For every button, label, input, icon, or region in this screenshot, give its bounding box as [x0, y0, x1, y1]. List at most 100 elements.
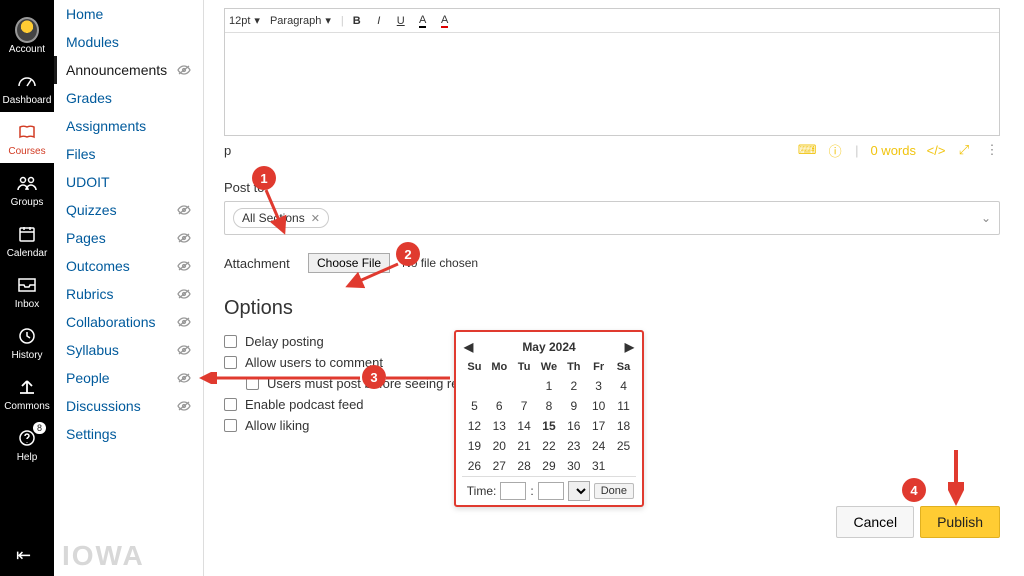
date-cell[interactable]: 14: [512, 416, 537, 436]
nav-label: Dashboard: [3, 95, 52, 106]
allow-liking-checkbox[interactable]: [224, 419, 237, 432]
underline-icon[interactable]: U: [392, 11, 410, 31]
date-cell[interactable]: 7: [512, 396, 537, 416]
callout-1: 1: [252, 166, 276, 190]
date-cell[interactable]: 25: [611, 436, 636, 456]
course-nav-udoit[interactable]: UDOIT: [54, 168, 203, 196]
date-cell[interactable]: 9: [561, 396, 586, 416]
nav-commons[interactable]: Commons: [0, 367, 54, 418]
course-nav-grades[interactable]: Grades: [54, 84, 203, 112]
date-cell[interactable]: 24: [586, 436, 611, 456]
time-ampm-select[interactable]: [568, 481, 590, 501]
time-minute-input[interactable]: [538, 482, 564, 500]
publish-button[interactable]: Publish: [920, 506, 1000, 538]
date-cell[interactable]: 31: [586, 456, 611, 476]
chevron-down-icon[interactable]: ▾: [254, 14, 260, 27]
date-cell[interactable]: 15: [537, 416, 562, 436]
collapse-nav-icon[interactable]: ⇤: [16, 545, 31, 566]
date-cell[interactable]: 8: [537, 396, 562, 416]
text-color-icon[interactable]: A: [414, 11, 432, 31]
course-nav-settings[interactable]: Settings: [54, 420, 203, 448]
date-cell[interactable]: 30: [561, 456, 586, 476]
date-cell[interactable]: 11: [611, 396, 636, 416]
nav-courses[interactable]: Courses: [0, 112, 54, 163]
date-cell[interactable]: 17: [586, 416, 611, 436]
delay-posting-checkbox[interactable]: [224, 335, 237, 348]
date-cell[interactable]: 3: [586, 376, 611, 396]
course-nav-pages[interactable]: Pages: [54, 224, 203, 252]
fullscreen-icon[interactable]: ⤢: [956, 142, 972, 158]
date-cell[interactable]: 2: [561, 376, 586, 396]
date-cell[interactable]: 6: [487, 396, 512, 416]
date-cell[interactable]: 18: [611, 416, 636, 436]
course-nav: HomeModulesAnnouncementsGradesAssignment…: [54, 0, 204, 576]
course-nav-collaborations[interactable]: Collaborations: [54, 308, 203, 336]
date-cell[interactable]: 19: [462, 436, 487, 456]
course-nav-discussions[interactable]: Discussions: [54, 392, 203, 420]
nav-dashboard[interactable]: Dashboard: [0, 61, 54, 112]
time-hour-input[interactable]: [500, 482, 526, 500]
course-nav-modules[interactable]: Modules: [54, 28, 203, 56]
allow-comment-checkbox[interactable]: [224, 356, 237, 369]
bold-icon[interactable]: B: [348, 11, 366, 31]
section-chip[interactable]: All Sections ✕: [233, 208, 329, 228]
accessibility-icon[interactable]: ⓘ: [827, 142, 843, 158]
highlight-icon[interactable]: A: [436, 11, 454, 31]
course-nav-rubrics[interactable]: Rubrics: [54, 280, 203, 308]
podcast-checkbox[interactable]: [224, 398, 237, 411]
prev-month-icon[interactable]: ◀: [464, 340, 473, 354]
nav-groups[interactable]: Groups: [0, 163, 54, 214]
nav-account[interactable]: Account: [0, 10, 54, 61]
course-nav-home[interactable]: Home: [54, 0, 203, 28]
next-month-icon[interactable]: ▶: [625, 340, 634, 354]
date-cell[interactable]: 23: [561, 436, 586, 456]
course-nav-quizzes[interactable]: Quizzes: [54, 196, 203, 224]
course-nav-people[interactable]: People: [54, 364, 203, 392]
html-view-icon[interactable]: </>: [928, 142, 944, 158]
date-cell[interactable]: 29: [537, 456, 562, 476]
course-nav-files[interactable]: Files: [54, 140, 203, 168]
chevron-down-icon[interactable]: ▾: [325, 14, 331, 27]
post-to-field[interactable]: All Sections ✕ ⌄: [224, 201, 1000, 235]
date-cell[interactable]: 5: [462, 396, 487, 416]
cancel-button[interactable]: Cancel: [836, 506, 914, 538]
iowa-watermark: IOWA: [62, 540, 145, 572]
date-cell[interactable]: 28: [512, 456, 537, 476]
course-nav-syllabus[interactable]: Syllabus: [54, 336, 203, 364]
must-post-checkbox[interactable]: [246, 377, 259, 390]
choose-file-button[interactable]: Choose File: [308, 253, 390, 273]
podcast-label: Enable podcast feed: [245, 397, 364, 412]
keyboard-icon[interactable]: ⌨: [799, 142, 815, 158]
done-button[interactable]: Done: [594, 483, 634, 499]
course-nav-announcements[interactable]: Announcements: [54, 56, 203, 84]
hidden-icon: [177, 372, 191, 384]
date-cell[interactable]: 27: [487, 456, 512, 476]
date-cell[interactable]: 22: [537, 436, 562, 456]
cn-label: Pages: [66, 230, 106, 246]
nav-history[interactable]: History: [0, 316, 54, 367]
date-cell[interactable]: 26: [462, 456, 487, 476]
date-cell[interactable]: 12: [462, 416, 487, 436]
italic-icon[interactable]: I: [370, 11, 388, 31]
course-nav-assignments[interactable]: Assignments: [54, 112, 203, 140]
date-cell[interactable]: 21: [512, 436, 537, 456]
chevron-down-icon[interactable]: ⌄: [981, 211, 991, 225]
date-cell[interactable]: 10: [586, 396, 611, 416]
paragraph-style-select[interactable]: Paragraph: [270, 15, 321, 27]
nav-help[interactable]: Help8: [0, 418, 54, 469]
chip-remove-icon[interactable]: ✕: [311, 212, 320, 225]
date-cell[interactable]: 1: [537, 376, 562, 396]
element-path[interactable]: p: [224, 143, 231, 158]
nav-calendar[interactable]: Calendar: [0, 214, 54, 265]
date-cell[interactable]: 4: [611, 376, 636, 396]
attachment-label: Attachment: [224, 256, 296, 271]
more-icon[interactable]: ⋮: [984, 142, 1000, 158]
course-nav-outcomes[interactable]: Outcomes: [54, 252, 203, 280]
font-size-select[interactable]: 12pt: [229, 15, 250, 27]
date-cell[interactable]: 13: [487, 416, 512, 436]
rich-editor[interactable]: 12pt ▾ Paragraph ▾ | B I U A A: [224, 8, 1000, 136]
date-cell[interactable]: 20: [487, 436, 512, 456]
date-cell[interactable]: 16: [561, 416, 586, 436]
nav-inbox[interactable]: Inbox: [0, 265, 54, 316]
word-count[interactable]: 0 words: [870, 143, 916, 158]
